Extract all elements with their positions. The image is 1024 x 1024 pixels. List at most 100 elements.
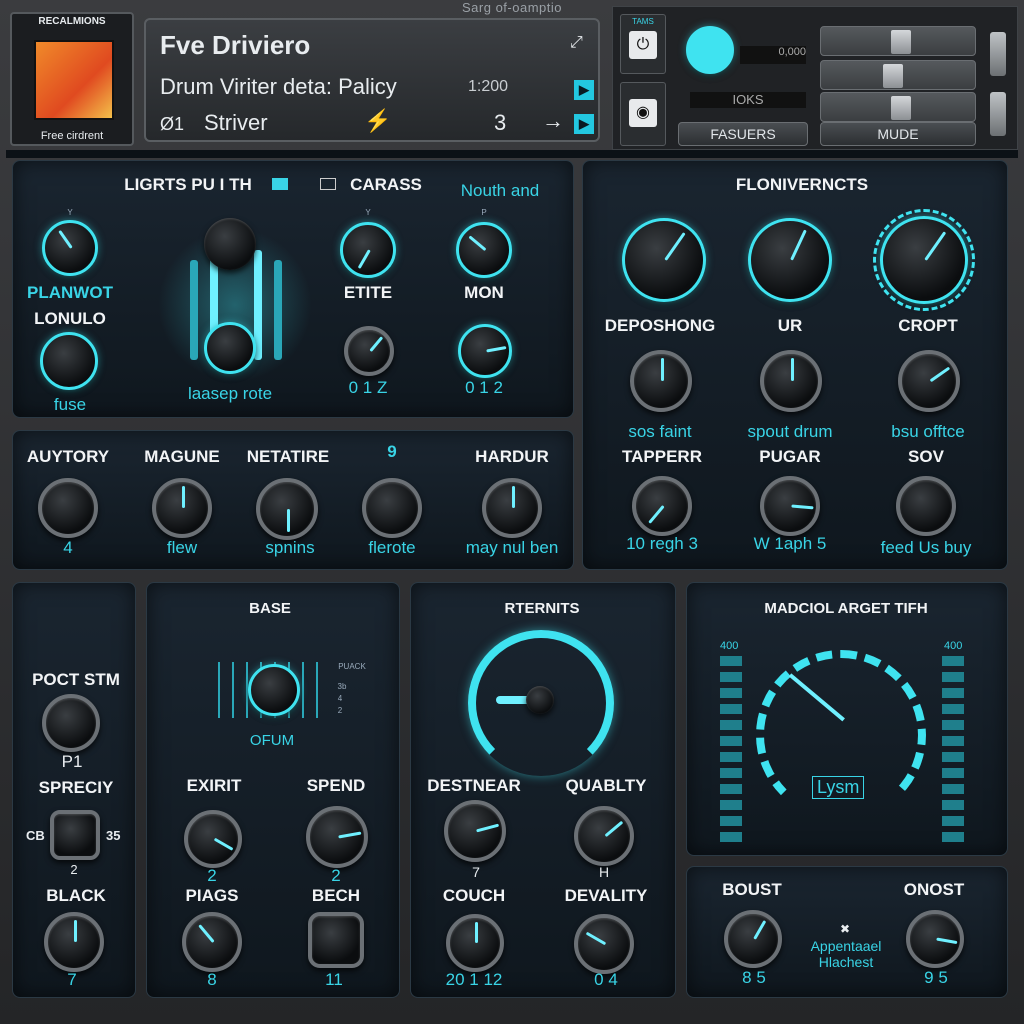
panel-lights-note: Nouth and — [460, 181, 540, 200]
readout: IOKS — [690, 92, 806, 108]
play-button[interactable]: ▶ — [574, 114, 594, 134]
knob-quablty[interactable] — [574, 806, 634, 866]
knob-auytory[interactable] — [38, 478, 98, 538]
knob-big-1[interactable] — [622, 218, 706, 302]
knob-couch[interactable] — [446, 914, 504, 972]
knob-mon-tick: P — [481, 208, 487, 217]
knob-deposhong-label: DEPOSHONG — [604, 316, 716, 335]
panel8-icon: ✖ — [840, 922, 851, 936]
knob-onost-label: ONOST — [903, 880, 965, 899]
knob-magune[interactable] — [152, 478, 212, 538]
arrow-right-icon[interactable]: → — [542, 108, 564, 134]
base-caption: OFUM — [249, 732, 295, 749]
knob-destnear-label: DESTNEAR — [427, 776, 521, 795]
sprecity-left: CB — [26, 828, 45, 843]
black-caption: 7 — [67, 970, 77, 989]
sprecity-right: 35 — [106, 828, 121, 843]
knob-cropt-label: CROPT — [898, 316, 958, 335]
knob-etite[interactable] — [340, 222, 396, 278]
center-knob-top[interactable] — [204, 218, 256, 270]
knob-pugar[interactable] — [760, 476, 820, 536]
faders-button[interactable]: FASUERS — [678, 122, 808, 146]
knob-lonulo[interactable] — [40, 332, 98, 390]
madciol-display: Lysm — [812, 776, 865, 799]
fader-3[interactable] — [820, 92, 976, 122]
option-toggle-off[interactable] — [320, 178, 336, 190]
knob-piags[interactable] — [182, 912, 242, 972]
knob-planwot[interactable] — [42, 220, 98, 276]
knob-bech[interactable] — [308, 912, 364, 968]
knob-etite-2[interactable] — [344, 326, 394, 376]
knob-big-2[interactable] — [748, 218, 832, 302]
knob-tapperr[interactable] — [632, 476, 692, 536]
knob-mon-2[interactable] — [458, 324, 512, 378]
knob-netatire[interactable] — [256, 478, 318, 540]
knob-couch-caption: 20 1 12 — [445, 970, 503, 989]
knob-base[interactable] — [248, 664, 300, 716]
knob-exirit-caption: 2 — [207, 866, 217, 885]
small-button-2[interactable]: ◉ — [620, 82, 666, 146]
madciol-right-value: 400 — [944, 640, 963, 652]
next-button[interactable]: ▶ — [574, 80, 594, 100]
knob-hardur[interactable] — [482, 478, 542, 538]
knob-mon-label: MON — [464, 283, 504, 302]
knob-spend-label: SPEND — [306, 776, 366, 795]
artwork-frame: RECALMIONS Free cirdrent — [10, 12, 134, 146]
meter-left — [720, 656, 742, 846]
knob-exirit-label: EXIRIT — [186, 776, 242, 795]
display-time: 1:200 — [468, 78, 509, 95]
knob-sov[interactable] — [896, 476, 956, 536]
knob-devality[interactable] — [574, 914, 634, 974]
artwork-caption: Free cirdrent — [40, 130, 104, 142]
small-button-1[interactable]: TAMS ⏻ — [620, 14, 666, 74]
base-side-2: 3b — [337, 682, 347, 691]
expand-icon[interactable]: ⤢ — [570, 34, 583, 52]
knob-sov-label: SOV — [908, 447, 944, 466]
knob-spend[interactable] — [306, 806, 368, 868]
mode-button[interactable]: MUDE — [820, 122, 976, 146]
artwork-image[interactable] — [34, 40, 114, 120]
center-knob-bottom[interactable] — [204, 322, 256, 374]
option-toggle-on[interactable] — [272, 178, 288, 190]
knob-devality-label: DEVALITY — [564, 886, 648, 905]
panel-lights-title: LIGRTS PU I TH — [124, 175, 252, 194]
knob-4-top: 9 — [387, 442, 397, 461]
knob-exirit[interactable] — [184, 810, 242, 868]
master-knob[interactable] — [686, 26, 734, 74]
poct-label: POCT STM — [32, 670, 120, 689]
metronome-icon[interactable]: ⚡ — [364, 108, 391, 134]
knob-couch-label: COUCH — [442, 886, 506, 905]
knob-big-3[interactable] — [873, 209, 975, 311]
knob-lonulo-caption: fuse — [53, 395, 87, 414]
knob-poct[interactable] — [42, 694, 100, 752]
side-switch-2[interactable] — [990, 92, 1006, 136]
knob-spend-caption: 2 — [331, 866, 341, 885]
knob-piags-caption: 8 — [207, 970, 217, 989]
knob-boust[interactable] — [724, 910, 782, 968]
knob-destnear[interactable] — [444, 800, 506, 862]
btn1-label: TAMS — [632, 17, 654, 26]
knob-ur[interactable] — [760, 350, 822, 412]
knob-auytory-caption: 4 — [63, 538, 73, 557]
knob-4-caption: flerote — [368, 538, 416, 557]
knob-pugar-label: PUGAR — [759, 447, 821, 466]
knob-ur-label: UR — [777, 316, 803, 335]
rternits-hub[interactable] — [526, 686, 554, 714]
knob-ur-caption: spout drum — [747, 422, 833, 441]
meter-right — [942, 656, 964, 846]
fader-2[interactable] — [820, 60, 976, 90]
side-switch-1[interactable] — [990, 32, 1006, 76]
knob-cropt[interactable] — [898, 350, 960, 412]
knob-etite-label: ETITE — [343, 283, 393, 302]
knob-mon[interactable] — [456, 222, 512, 278]
eye-icon: ◉ — [629, 99, 657, 127]
fader-1[interactable] — [820, 26, 976, 56]
knob-onost[interactable] — [906, 910, 964, 968]
knob-quablty-label: QUABLTY — [565, 776, 647, 795]
knob-4[interactable] — [362, 478, 422, 538]
knob-sprecity[interactable] — [50, 810, 100, 860]
knob-deposhong[interactable] — [630, 350, 692, 412]
panel-flonivernocts-title: FLONIVERNCTS — [735, 175, 869, 194]
knob-black[interactable] — [44, 912, 104, 972]
divider — [6, 150, 1018, 158]
